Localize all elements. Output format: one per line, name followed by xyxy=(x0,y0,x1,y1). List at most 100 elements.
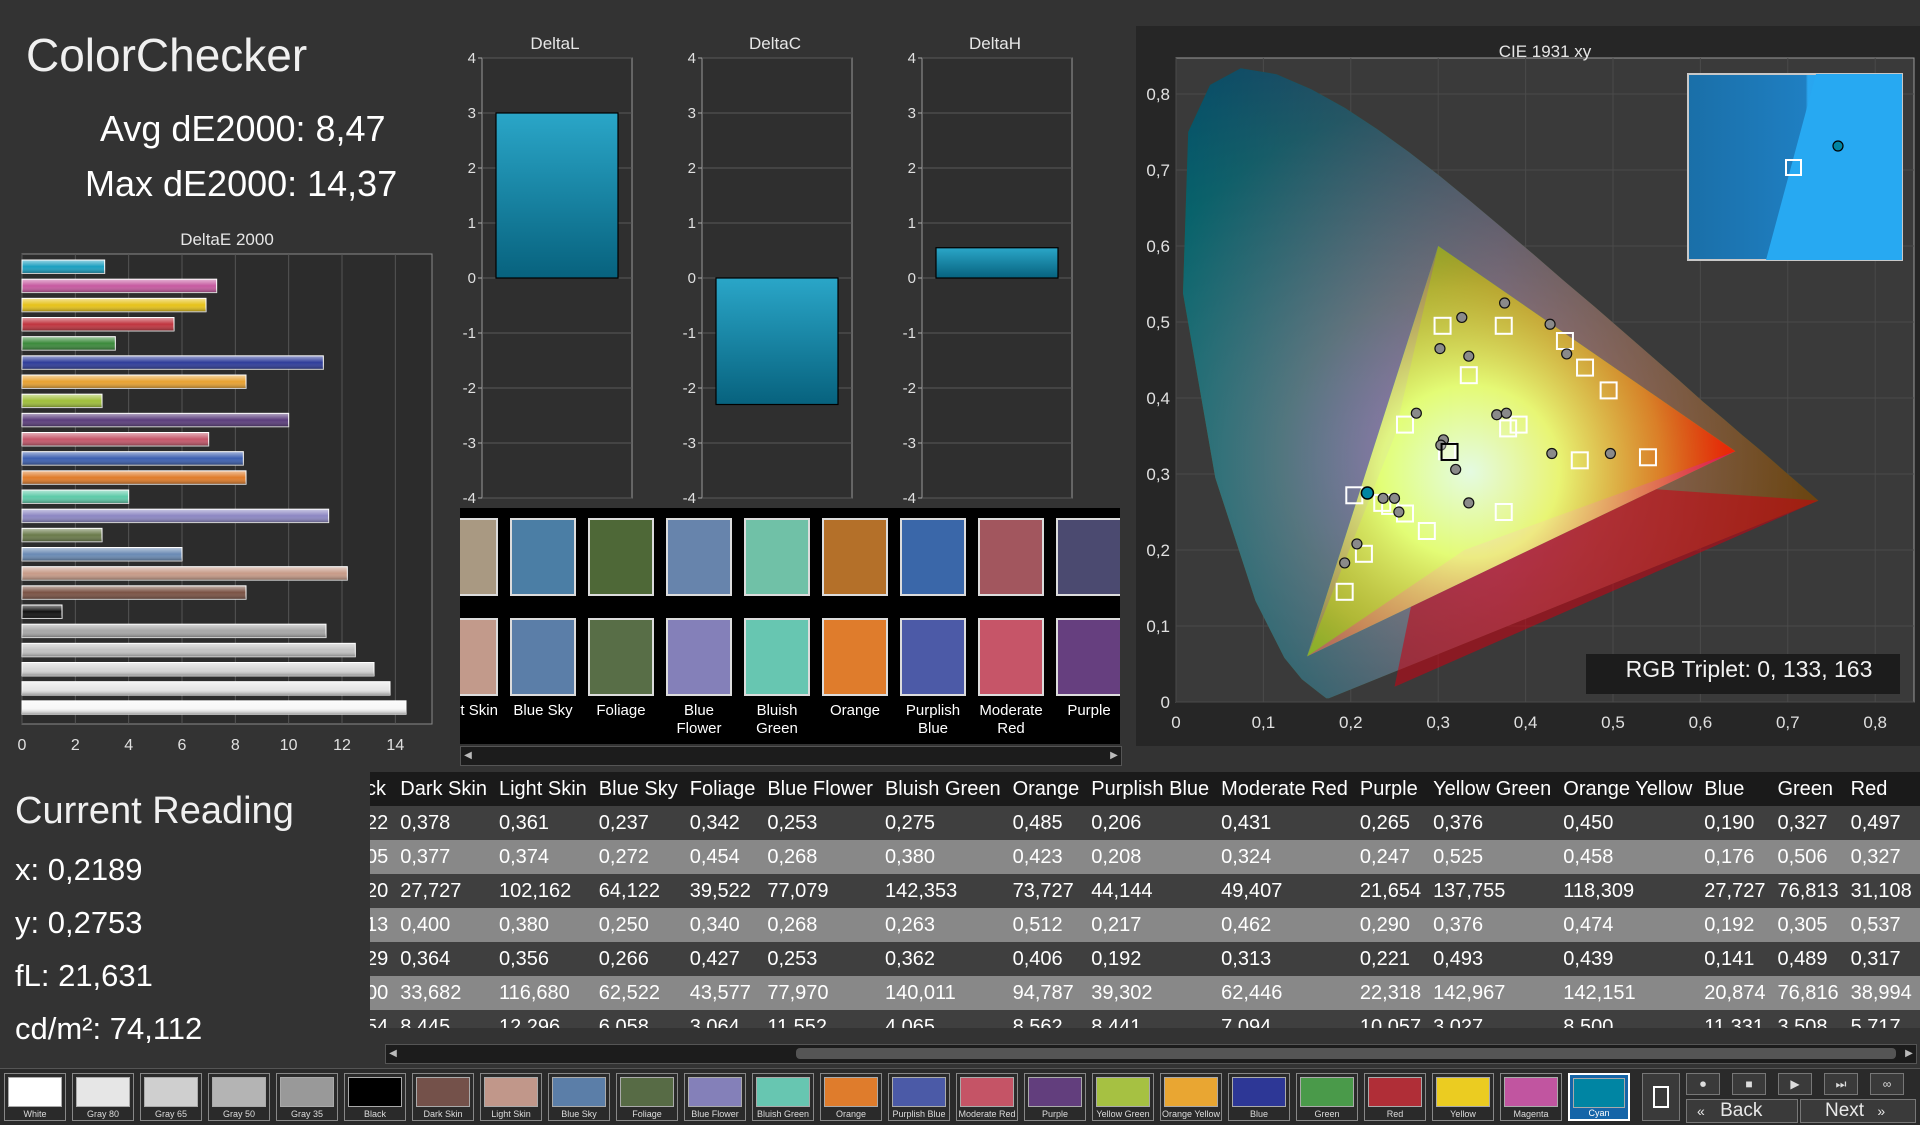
table-row: 13 0,400 0,380 0,250 0,340 0,268 0,263 0,512 0,2… xyxy=(370,908,1920,942)
deltae-bar xyxy=(21,547,183,562)
delta-tick-label: 4 xyxy=(688,50,696,67)
stop-square-button[interactable] xyxy=(1642,1073,1680,1121)
cie-measured-point xyxy=(1499,297,1511,309)
table-cell: 102,162 xyxy=(492,874,593,908)
swatch-label: Moderate Red xyxy=(979,702,1043,737)
table-scrollbar[interactable]: ◀ ▶ xyxy=(385,1044,1917,1064)
table-cell: 0,361 xyxy=(492,806,593,840)
delta-chart: 4 3 2 1 0 -1 -2 -3 -4 xyxy=(683,50,853,507)
table-cell: 0,362 xyxy=(878,942,1007,976)
patch-button[interactable]: Blue Sky xyxy=(548,1073,610,1121)
stop-icon[interactable]: ⏺ xyxy=(1686,1073,1720,1095)
table-header-cell[interactable]: Purple xyxy=(1353,772,1428,806)
table-cell: 62,522 xyxy=(592,976,684,1010)
cie-measured-point xyxy=(1388,492,1401,504)
patch-button[interactable]: Yellow Green xyxy=(1092,1073,1154,1121)
patch-button[interactable]: Cyan xyxy=(1568,1073,1630,1121)
cie-y-tick: 0,3 xyxy=(1146,465,1170,484)
record-icon[interactable]: ■ xyxy=(1732,1073,1766,1095)
table-cell: 8,562 xyxy=(1006,1010,1086,1028)
delta-tick-label: -3 xyxy=(683,435,696,452)
patch-button[interactable]: Yellow xyxy=(1432,1073,1494,1121)
table-header-cell[interactable]: ck xyxy=(370,772,395,806)
play-icon[interactable]: ▶ xyxy=(1778,1073,1812,1095)
skip-icon[interactable]: ⏭ xyxy=(1824,1073,1858,1095)
next-button[interactable]: Next » xyxy=(1800,1099,1916,1123)
patch-button[interactable]: White xyxy=(4,1073,66,1121)
patch-button[interactable]: Green xyxy=(1296,1073,1358,1121)
table-cell: 20 xyxy=(370,874,395,908)
table-cell: 0,268 xyxy=(761,908,879,942)
table-cell: 0,253 xyxy=(761,806,879,840)
swatch-measured xyxy=(900,518,966,596)
patch-label: Purple xyxy=(1041,1109,1068,1119)
table-header-cell[interactable]: Blue xyxy=(1698,772,1772,806)
patch-button[interactable]: Foliage xyxy=(616,1073,678,1121)
table-row: 00 33,682 116,680 62,522 43,577 77,970 140,011… xyxy=(370,976,1920,1010)
table-header-cell[interactable]: Foliage xyxy=(683,772,762,806)
patch-button[interactable]: Blue Flower xyxy=(684,1073,746,1121)
loop-icon[interactable]: ∞ xyxy=(1870,1073,1904,1095)
patch-button[interactable]: Gray 50 xyxy=(208,1073,270,1121)
table-header-cell[interactable]: Orange Yellow xyxy=(1557,772,1699,806)
table-header-cell[interactable]: Dark Skin xyxy=(394,772,493,806)
table-cell: 00 xyxy=(370,976,395,1010)
table-header-cell[interactable]: Blue Flower xyxy=(761,772,879,806)
deltae-bar xyxy=(21,412,290,428)
table-header-cell[interactable]: Bluish Green xyxy=(878,772,1007,806)
cie-active-measured xyxy=(1360,486,1375,500)
patch-label: Magenta xyxy=(1513,1109,1549,1119)
table-header-cell[interactable]: Red xyxy=(1844,772,1918,806)
patch-button[interactable]: Red xyxy=(1364,1073,1426,1121)
swatch-reference xyxy=(978,618,1044,696)
patch-button[interactable]: Blue xyxy=(1228,1073,1290,1121)
patch-button[interactable]: Orange Yellow xyxy=(1160,1073,1222,1121)
table-header-cell[interactable]: Light Skin xyxy=(492,772,593,806)
table-scroll-right-icon[interactable]: ▶ xyxy=(1902,1045,1916,1063)
table-cell: 49,407 xyxy=(1215,874,1354,908)
patch-button[interactable]: Moderate Red xyxy=(956,1073,1018,1121)
swatch-reference xyxy=(510,618,576,696)
patch-button[interactable]: Orange xyxy=(820,1073,882,1121)
table-scroll-left-icon[interactable]: ◀ xyxy=(386,1045,400,1063)
swatch-label: Purplish Blue xyxy=(905,702,961,737)
table-header-cell[interactable]: Purplish Blue xyxy=(1085,772,1216,806)
patch-label: Yellow xyxy=(1450,1109,1476,1119)
delta-tick-label: 3 xyxy=(688,105,696,122)
patch-button[interactable]: Purplish Blue xyxy=(888,1073,950,1121)
table-header-cell[interactable]: Yellow Green xyxy=(1427,772,1558,806)
patch-button[interactable]: Dark Skin xyxy=(412,1073,474,1121)
table-cell: 0,377 xyxy=(394,840,493,874)
delta-bar xyxy=(935,247,1059,279)
table-scroll-thumb[interactable] xyxy=(796,1048,1896,1059)
deltae-tick-label: 0 xyxy=(18,737,27,754)
deltae-bar xyxy=(21,432,210,447)
patch-button[interactable]: Purple xyxy=(1024,1073,1086,1121)
patch-button[interactable]: Gray 35 xyxy=(276,1073,338,1121)
table-cell: 116,680 xyxy=(492,976,593,1010)
table-header-cell[interactable]: Green xyxy=(1771,772,1845,806)
table-header-cell[interactable]: Blue Sky xyxy=(592,772,684,806)
patch-button[interactable]: Gray 80 xyxy=(72,1073,134,1121)
swatch-scrollbar[interactable]: ◀ ▶ xyxy=(460,746,1122,766)
deltae-bar xyxy=(21,700,407,715)
patch-button[interactable]: Gray 65 xyxy=(140,1073,202,1121)
scroll-right-icon[interactable]: ▶ xyxy=(1107,747,1121,765)
table-cell: 0,454 xyxy=(683,840,762,874)
deltae-tick-label: 2 xyxy=(71,737,80,754)
patch-button[interactable]: Black xyxy=(344,1073,406,1121)
patch-button[interactable]: Light Skin xyxy=(480,1073,542,1121)
table-header-cell[interactable]: Moderate Red xyxy=(1215,772,1354,806)
patch-label: Orange Yellow xyxy=(1161,1109,1221,1119)
table-cell: 64,122 xyxy=(592,874,684,908)
back-button[interactable]: « Back xyxy=(1686,1099,1798,1123)
patch-button[interactable]: Magenta xyxy=(1500,1073,1562,1121)
delta-tick-label: -1 xyxy=(903,325,916,342)
cie-measured-point xyxy=(1500,407,1512,419)
scroll-left-icon[interactable]: ◀ xyxy=(461,747,475,765)
cie-measured-point xyxy=(1434,343,1446,355)
table-cell: 39,522 xyxy=(683,874,762,908)
patch-button[interactable]: Bluish Green xyxy=(752,1073,814,1121)
table-header-cell[interactable]: Orange xyxy=(1006,772,1086,806)
table-cell: 0,263 xyxy=(878,908,1007,942)
